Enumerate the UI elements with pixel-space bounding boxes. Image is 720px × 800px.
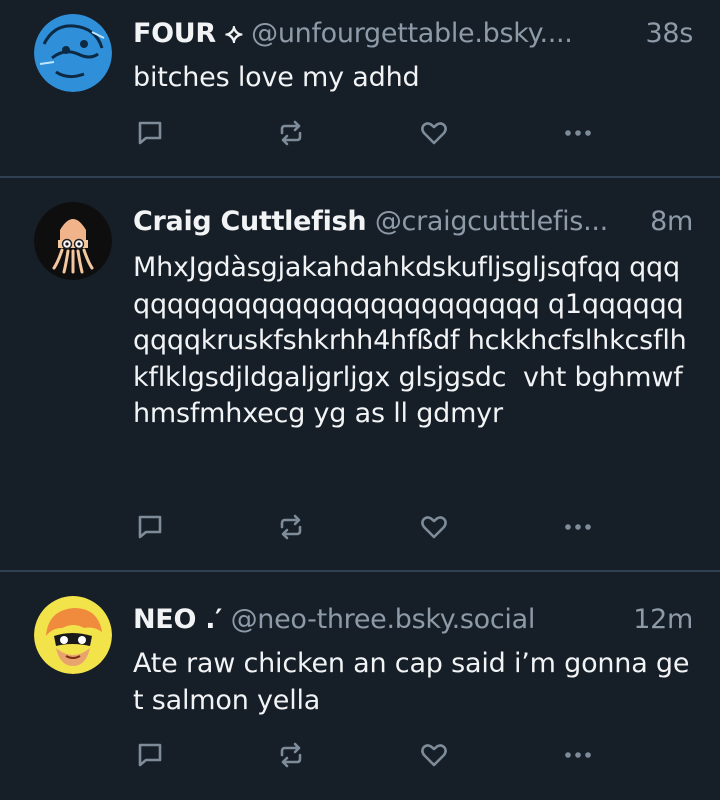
post-text: MhxJgdàsgjakahdahkdskufljsgljsqfqq qqqqq… bbox=[133, 252, 687, 429]
post-actions bbox=[133, 738, 603, 772]
heart-icon bbox=[421, 122, 447, 145]
avatar[interactable] bbox=[34, 596, 112, 674]
more-dots-icon bbox=[565, 130, 591, 136]
display-name[interactable]: NEO .′ bbox=[133, 604, 222, 635]
like-button[interactable] bbox=[417, 510, 451, 544]
reply-icon bbox=[138, 121, 162, 145]
heart-icon bbox=[421, 516, 447, 539]
repost-button[interactable] bbox=[274, 738, 308, 772]
post[interactable]: FOUR ⟡ @unfourgettable.bsky.... 38s bitc… bbox=[0, 0, 720, 178]
heart-icon bbox=[421, 744, 447, 767]
reply-button[interactable] bbox=[133, 510, 167, 544]
post-header: FOUR ⟡ @unfourgettable.bsky.... 38s bbox=[133, 16, 693, 52]
repost-button[interactable] bbox=[274, 510, 308, 544]
avatar[interactable] bbox=[34, 14, 112, 92]
post[interactable]: Craig Cuttlefish @craigcutttlefis... 8m … bbox=[0, 178, 720, 572]
post-header: Craig Cuttlefish @craigcutttlefis... 8m bbox=[133, 204, 693, 240]
avatar[interactable] bbox=[34, 202, 112, 280]
display-name[interactable]: Craig Cuttlefish bbox=[133, 206, 367, 237]
reply-icon bbox=[138, 743, 162, 767]
inkling-avatar-icon bbox=[34, 596, 112, 674]
reply-icon bbox=[138, 515, 162, 539]
post-text: Ate raw chicken an cap said i’m gonna ge… bbox=[133, 648, 690, 716]
timestamp[interactable]: 8m bbox=[650, 204, 693, 240]
more-dots-icon bbox=[565, 524, 591, 530]
post-actions bbox=[133, 116, 603, 150]
more-button[interactable] bbox=[561, 738, 595, 772]
handle[interactable]: @craigcutttlefis... bbox=[375, 206, 608, 237]
repost-icon bbox=[280, 514, 302, 540]
more-dots-icon bbox=[565, 752, 591, 758]
more-button[interactable] bbox=[561, 116, 595, 150]
post-header: NEO .′ @neo-three.bsky.social 12m bbox=[133, 602, 693, 638]
like-button[interactable] bbox=[417, 116, 451, 150]
display-name[interactable]: FOUR ⟡ bbox=[133, 18, 243, 49]
timestamp[interactable]: 38s bbox=[645, 16, 693, 52]
timestamp[interactable]: 12m bbox=[633, 602, 693, 638]
blue-sketch-avatar-icon bbox=[34, 14, 112, 92]
post-actions bbox=[133, 510, 603, 544]
handle[interactable]: @unfourgettable.bsky.... bbox=[251, 18, 573, 49]
reply-button[interactable] bbox=[133, 738, 167, 772]
post-text: bitches love my adhd bbox=[133, 62, 420, 93]
reply-button[interactable] bbox=[133, 116, 167, 150]
post-feed: FOUR ⟡ @unfourgettable.bsky.... 38s bitc… bbox=[0, 0, 720, 800]
handle[interactable]: @neo-three.bsky.social bbox=[231, 604, 536, 635]
cuttlefish-avatar-icon bbox=[34, 202, 112, 280]
repost-icon bbox=[280, 120, 302, 146]
repost-button[interactable] bbox=[274, 116, 308, 150]
like-button[interactable] bbox=[417, 738, 451, 772]
more-button[interactable] bbox=[561, 510, 595, 544]
post[interactable]: NEO .′ @neo-three.bsky.social 12m Ate ra… bbox=[0, 572, 720, 800]
repost-icon bbox=[280, 742, 302, 768]
